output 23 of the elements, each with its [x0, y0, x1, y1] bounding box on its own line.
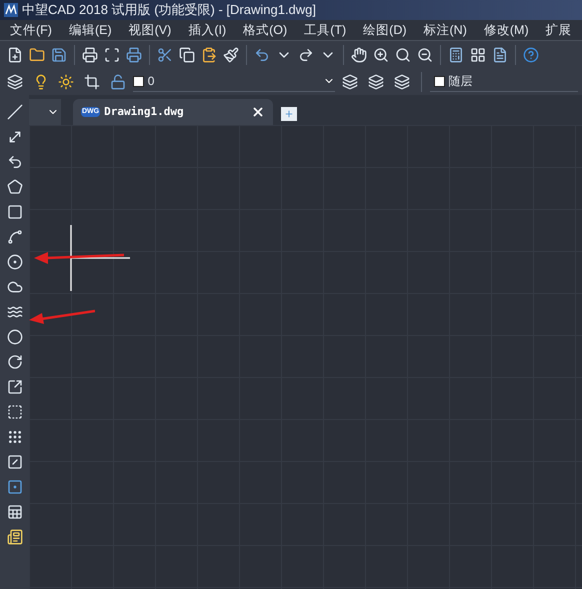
menu-item[interactable]: 修改(M) [484, 20, 529, 40]
menu-item[interactable]: 扩展 [546, 20, 572, 40]
app-logo-icon [4, 3, 18, 17]
crosshair-cursor [70, 225, 130, 291]
menu-item[interactable]: 文件(F) [10, 20, 52, 40]
menu-item[interactable]: 视图(V) [128, 20, 172, 40]
menu-item[interactable]: 编辑(E) [68, 20, 112, 40]
layer-name: 0 [148, 73, 156, 90]
window-title: 中望CAD 2018 试用版 (功能受限) - [Drawing1.dwg] [22, 1, 316, 20]
color-dropdown[interactable]: 随层 [430, 72, 578, 92]
layer-dropdown[interactable]: 0 [132, 72, 336, 92]
color-swatch [434, 76, 445, 86]
color-swatch [132, 76, 144, 86]
menu-item[interactable]: 工具(T) [304, 20, 346, 40]
menu-item[interactable]: 绘图(D) [363, 20, 407, 40]
close-icon[interactable] [251, 105, 265, 119]
menu-item[interactable]: 标注(N) [424, 20, 467, 40]
menu-item[interactable]: 插入(I) [188, 20, 226, 40]
color-name: 随层 [448, 73, 473, 90]
menu-item[interactable]: 格式(O) [243, 20, 288, 40]
plus-icon [284, 109, 294, 119]
tab-label: Drawing1.dwg [104, 104, 185, 120]
arrow-annotation [29, 309, 95, 325]
